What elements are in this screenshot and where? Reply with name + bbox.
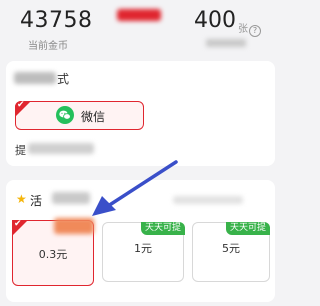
star-icon: ★ (16, 192, 27, 206)
bind-account-text: 提 (15, 144, 26, 157)
check-icon: ✔ (14, 219, 22, 229)
tickets-unit: 张 (238, 24, 248, 35)
help-icon[interactable]: ? (249, 25, 261, 37)
activity-title: 活 (30, 194, 43, 208)
check-icon: ✔ (17, 100, 25, 110)
amount-value: 1元 (134, 242, 152, 255)
coins-badge (117, 9, 161, 21)
daily-withdraw-tag: 天天可提 (226, 222, 271, 235)
coins-label: 当前金币 (28, 41, 68, 52)
activity-subtitle-blur (173, 196, 243, 204)
withdraw-method-title: 式 (57, 72, 70, 86)
wechat-icon (56, 106, 74, 124)
daily-withdraw-tag: 天天可提 (141, 222, 186, 235)
tickets-label (206, 39, 246, 47)
wechat-option[interactable] (15, 101, 144, 130)
amount-value: 0.3元 (38, 248, 68, 261)
activity-title-blur (52, 192, 90, 204)
coins-balance: 43758 (20, 8, 93, 33)
amount-value: 5元 (222, 242, 240, 255)
tickets-count: 400 (194, 8, 236, 33)
wechat-label: 微信 (81, 110, 106, 124)
amount-tag-blur (54, 218, 94, 234)
withdraw-method-title-blur (14, 72, 56, 84)
bind-account-blur (28, 143, 94, 154)
